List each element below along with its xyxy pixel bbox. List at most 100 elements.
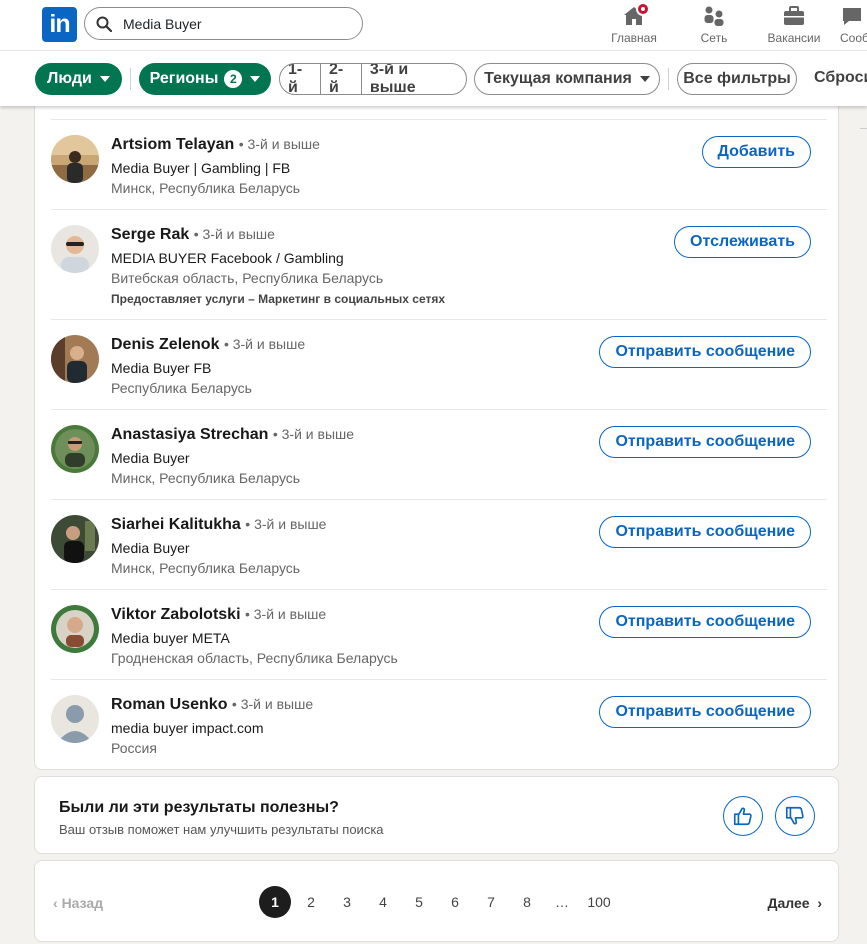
list-item: Denis Zelenok • 3-й и выше Media Buyer F… <box>51 319 827 410</box>
thumbs-up-button[interactable] <box>723 796 763 836</box>
person-headline: Media Buyer <box>111 540 190 556</box>
nav-home[interactable]: Главная <box>610 2 658 46</box>
avatar[interactable] <box>51 695 99 743</box>
filter-degree-1[interactable]: 1-й <box>280 64 321 94</box>
global-nav: in Главная Сеть <box>0 0 867 51</box>
nav-jobs[interactable]: Вакансии <box>766 4 822 46</box>
page-ellipsis[interactable]: … <box>546 886 578 918</box>
person-services: Предоставляет услуги – Маркетинг в социа… <box>111 292 446 306</box>
search-box[interactable] <box>84 7 363 40</box>
pagination-prev-button: ‹ Назад <box>53 895 103 911</box>
avatar[interactable] <box>51 335 99 383</box>
all-filters-label: Все фильтры <box>683 70 791 87</box>
person-name[interactable]: Viktor Zabolotski • 3-й и выше <box>111 606 326 624</box>
nav-messaging[interactable]: Сооб <box>840 4 867 46</box>
page-button[interactable]: 6 <box>439 886 471 918</box>
search-icon <box>96 16 112 32</box>
page-button[interactable]: 7 <box>475 886 507 918</box>
connection-degree: • 3-й и выше <box>272 426 355 442</box>
connection-degree: • 3-й и выше <box>238 136 320 152</box>
list-item: Siarhei Kalitukha • 3-й и выше Media Buy… <box>51 499 827 590</box>
filter-regions-label: Регионы <box>149 70 219 87</box>
chevron-down-icon <box>639 76 650 82</box>
message-button[interactable]: Отправить сообщение <box>599 516 811 548</box>
list-item: Anastasiya Strechan • 3-й и выше Media B… <box>51 409 827 500</box>
message-button[interactable]: Отправить сообщение <box>599 696 811 728</box>
filter-company-label: Текущая компания <box>484 70 632 87</box>
thumbs-down-icon <box>785 806 804 825</box>
avatar[interactable] <box>51 135 99 183</box>
filter-degree-2[interactable]: 2-й <box>321 64 362 94</box>
person-location: Минск, Республика Беларусь <box>111 470 301 486</box>
nav-messaging-label: Сооб <box>840 31 867 45</box>
chevron-down-icon <box>99 76 110 82</box>
filter-people[interactable]: Люди <box>35 63 122 95</box>
person-location: Республика Беларусь <box>111 380 252 396</box>
nav-network-label: Сеть <box>700 31 728 45</box>
search-results-list: Artsiom Telayan • 3-й и выше Media Buyer… <box>34 100 839 770</box>
connection-degree: • 3-й и выше <box>193 226 275 242</box>
follow-button[interactable]: Отслеживать <box>674 226 811 258</box>
reset-filters-button[interactable]: Сбросить <box>814 69 867 87</box>
chevron-down-icon <box>250 76 261 82</box>
nav-jobs-label: Вакансии <box>767 31 821 45</box>
connection-degree: • 3-й и выше <box>245 516 327 532</box>
connection-degree: • 3-й и выше <box>244 606 327 622</box>
filter-count-badge: 2 <box>224 70 243 88</box>
thumbs-up-icon <box>733 807 752 826</box>
person-name[interactable]: Roman Usenko • 3-й и выше <box>111 696 313 714</box>
filter-current-company[interactable]: Текущая компания <box>474 63 660 95</box>
linkedin-logo[interactable]: in <box>42 7 77 42</box>
person-headline: Media buyer META <box>111 630 230 646</box>
results-feedback: Были ли эти результаты полезны? Ваш отзы… <box>34 776 839 854</box>
person-name[interactable]: Artsiom Telayan • 3-й и выше <box>111 136 320 154</box>
page-button[interactable]: 3 <box>331 886 363 918</box>
filter-regions[interactable]: Регионы 2 <box>139 63 271 95</box>
search-input[interactable] <box>123 13 343 35</box>
divider <box>860 128 867 129</box>
search-filter-bar: Люди Регионы 2 1-й 2-й 3-й и выше Текуща… <box>0 51 867 106</box>
nav-home-label: Главная <box>611 31 657 45</box>
avatar[interactable] <box>51 425 99 473</box>
briefcase-icon <box>784 6 804 25</box>
list-item: Viktor Zabolotski • 3-й и выше Media buy… <box>51 589 827 680</box>
list-item: Roman Usenko • 3-й и выше media buyer im… <box>51 679 827 770</box>
messaging-icon <box>843 8 861 25</box>
person-headline: MEDIA BUYER Facebook / Gambling <box>111 250 344 266</box>
page-button[interactable]: 8 <box>511 886 543 918</box>
person-name[interactable]: Siarhei Kalitukha • 3-й и выше <box>111 516 326 534</box>
person-headline: media buyer impact.com <box>111 720 264 736</box>
next-label: Далее <box>767 895 810 911</box>
page-button[interactable]: 2 <box>295 886 327 918</box>
chevron-right-icon: › <box>809 895 822 911</box>
avatar[interactable] <box>51 605 99 653</box>
person-location: Минск, Республика Беларусь <box>111 180 301 196</box>
person-name[interactable]: Denis Zelenok • 3-й и выше <box>111 336 305 354</box>
person-location: Гродненская область, Республика Беларусь <box>111 650 398 666</box>
page-button[interactable]: 100 <box>583 886 615 918</box>
avatar[interactable] <box>51 225 99 273</box>
connection-degree-filter: 1-й 2-й 3-й и выше <box>279 63 467 95</box>
nav-network[interactable]: Сеть <box>690 4 738 46</box>
thumbs-down-button[interactable] <box>775 796 815 836</box>
list-item: Serge Rak • 3-й и выше MEDIA BUYER Faceb… <box>51 209 827 320</box>
all-filters-button[interactable]: Все фильтры <box>677 63 797 95</box>
page-button[interactable]: 5 <box>403 886 435 918</box>
pagination-next-button[interactable]: Далее › <box>768 895 823 911</box>
connection-degree: • 3-й и выше <box>231 696 314 712</box>
divider <box>668 68 669 90</box>
person-name[interactable]: Anastasiya Strechan • 3-й и выше <box>111 426 354 444</box>
person-location: Россия <box>111 740 157 756</box>
message-button[interactable]: Отправить сообщение <box>599 426 811 458</box>
page-button[interactable]: 1 <box>259 886 291 918</box>
person-headline: Media Buyer FB <box>111 360 212 376</box>
filter-degree-3[interactable]: 3-й и выше <box>362 64 466 94</box>
person-headline: Media Buyer <box>111 450 190 466</box>
message-button[interactable]: Отправить сообщение <box>599 606 811 638</box>
avatar[interactable] <box>51 515 99 563</box>
feedback-title: Были ли эти результаты полезны? <box>59 799 339 816</box>
page-button[interactable]: 4 <box>367 886 399 918</box>
connect-button[interactable]: Добавить <box>701 136 811 168</box>
person-name[interactable]: Serge Rak • 3-й и выше <box>111 226 275 244</box>
message-button[interactable]: Отправить сообщение <box>599 336 811 368</box>
